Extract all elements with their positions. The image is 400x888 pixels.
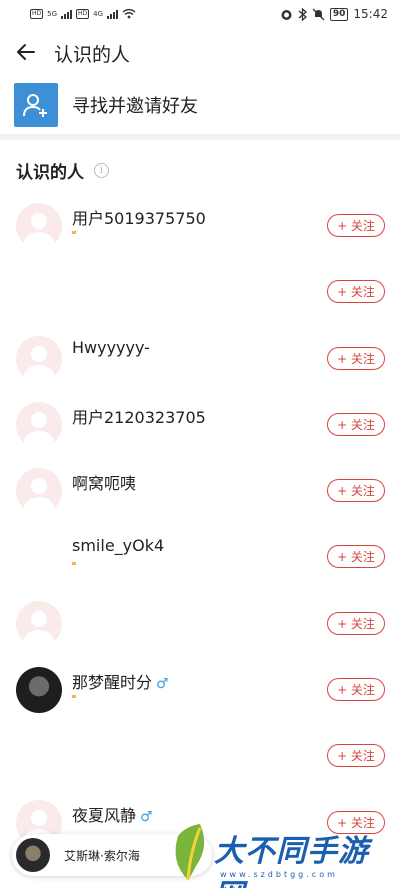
signal-icon [61,9,73,19]
network-label-5g: 5G [47,10,58,18]
user-name-text: 夜夏风静 [72,805,137,825]
wifi-icon [122,9,136,19]
mute-bell-icon [312,8,325,20]
status-left: HD 5G HD 4G [30,9,136,19]
list-item[interactable]: + 关注 [0,725,400,791]
follow-button[interactable]: + 关注 [327,678,385,702]
invite-friends-label: 寻找并邀请好友 [72,96,198,117]
watermark-url: www.szdbtgg.com [220,870,338,879]
back-arrow-icon[interactable] [14,40,38,64]
list-item[interactable]: Hwyyyyy- + 关注 [0,328,400,394]
user-name: 那梦醒时分 ♂ [72,669,169,693]
avatar[interactable] [16,468,62,515]
section-header: 认识的人 i [16,158,109,183]
chip-avatar [16,838,50,872]
signal-icon-2 [107,9,119,19]
alarm-icon [281,9,292,20]
user-name: smile_yOk4 [72,536,164,555]
user-name-text: 用户5019375750 [72,209,206,228]
bluetooth-icon [298,7,307,21]
status-right: 90 15:42 [280,7,388,21]
clock-time: 15:42 [353,7,388,21]
follow-button[interactable]: + 关注 [327,611,385,635]
user-name: 用户2120323705 [72,404,206,428]
user-name: Hwyyyyy- [72,338,150,357]
badge-mark [72,695,76,699]
battery-icon: 90 [329,7,349,21]
list-item[interactable]: + 关注 [0,593,400,659]
avatar[interactable] [16,534,62,580]
follow-button[interactable]: + 关注 [327,214,385,237]
people-list: 用户5019375750 + 关注 + 关注 Hwyyyyy- + 关注 用户212032… [0,195,400,858]
app-header: 认识的人 [0,32,400,72]
user-name: 啊窝呃咦 [72,470,136,494]
user-name: 用户5019375750 [72,205,206,229]
info-icon[interactable]: i [94,163,109,178]
section-title: 认识的人 [16,163,84,183]
list-item[interactable]: 用户2120323705 + 关注 [0,394,400,460]
user-name-text: Hwyyyyy- [72,337,150,357]
add-friend-icon [14,83,58,127]
user-name-text: 那梦醒时分 [72,673,153,693]
follow-button[interactable]: + 关注 [327,346,385,370]
status-bar: HD 5G HD 4G 90 15:42 [0,0,400,28]
follow-button[interactable]: + 关注 [327,744,385,768]
male-icon: ♂ [156,676,169,693]
user-name-text: 用户2120323705 [72,407,206,427]
list-item[interactable]: 用户5019375750 + 关注 [0,195,400,261]
follow-button[interactable]: + 关注 [327,479,385,503]
chip-text: 艾斯琳·索尔海 [64,848,140,863]
list-item[interactable]: + 关注 [0,261,400,327]
list-item[interactable]: smile_yOk4 + 关注 [0,526,400,592]
avatar[interactable] [16,667,62,714]
user-name: 夜夏风静 ♂ [72,802,153,826]
avatar[interactable] [16,203,62,249]
avatar[interactable] [16,401,62,448]
avatar[interactable] [16,335,62,382]
section-divider [0,134,400,140]
leaf-logo-icon [175,824,205,881]
network-label-4g: 4G [93,10,104,18]
list-item[interactable]: 啊窝呃咦 + 关注 [0,460,400,526]
list-item[interactable]: 那梦醒时分 ♂ + 关注 [0,659,400,725]
avatar[interactable] [16,733,62,779]
avatar[interactable] [16,269,62,315]
user-name-text: smile_yOk4 [72,536,165,556]
avatar[interactable] [16,600,62,647]
user-name-text: 啊窝呃咦 [72,474,137,494]
hd-badge-2: HD [76,9,90,19]
follow-button[interactable]: + 关注 [327,412,385,436]
badge-mark [72,231,76,234]
watermark-logo: 大不同手游网 www.szdbtgg.com [166,822,396,888]
page-title: 认识的人 [54,44,131,66]
badge-mark [72,562,76,566]
invite-friends-row[interactable]: 寻找并邀请好友 [14,82,386,128]
hd-badge: HD [30,9,44,19]
follow-button[interactable]: + 关注 [327,280,385,304]
male-icon: ♂ [140,808,153,825]
follow-button[interactable]: + 关注 [327,545,385,569]
